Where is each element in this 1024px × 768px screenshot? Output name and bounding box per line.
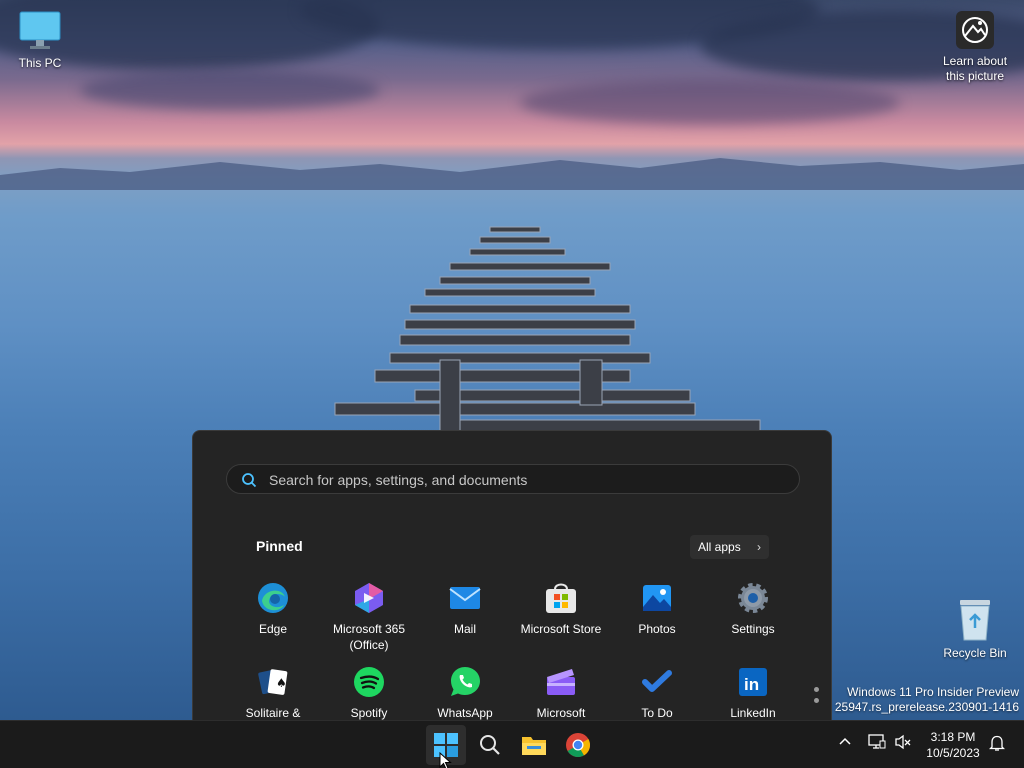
app-label: Mail xyxy=(453,622,476,636)
pinned-app-whatsapp[interactable]: WhatsApp xyxy=(417,665,513,720)
chevron-up-icon xyxy=(839,737,851,745)
app-label: Settings xyxy=(731,622,775,636)
linkedin-icon: in xyxy=(736,665,770,699)
pinned-app-microsoft-365[interactable]: Microsoft 365 (Office) xyxy=(321,581,417,653)
page-indicator-dots[interactable] xyxy=(814,687,819,709)
taskbar-clock[interactable]: 3:18 PM 10/5/2023 xyxy=(918,729,988,761)
chrome-icon xyxy=(566,733,591,758)
whatsapp-icon xyxy=(448,665,482,699)
this-pc-desktop-icon[interactable]: This PC xyxy=(0,10,80,70)
file-explorer-icon xyxy=(522,737,546,755)
search-icon xyxy=(242,473,257,488)
pinned-app-settings[interactable]: Settings xyxy=(705,581,801,637)
app-label: Photos xyxy=(638,622,676,636)
start-search-input[interactable] xyxy=(269,470,789,490)
start-menu: Pinned All apps › Edge Microsoft 365 (Of… xyxy=(192,430,832,720)
pinned-app-todo[interactable]: To Do xyxy=(609,665,705,720)
taskbar-file-explorer[interactable] xyxy=(514,725,554,765)
app-label: Edge xyxy=(258,622,288,636)
recycle-bin-label: Recycle Bin xyxy=(943,646,1007,660)
mouse-cursor-icon xyxy=(439,752,452,768)
pinned-heading: Pinned xyxy=(256,538,303,554)
pinned-app-microsoft-store[interactable]: Microsoft Store xyxy=(513,581,609,637)
pinned-app-solitaire[interactable]: ♠ Solitaire & xyxy=(225,665,321,720)
svg-text:in: in xyxy=(744,675,759,694)
app-label: Spotify xyxy=(350,706,388,720)
app-label: Microsoft xyxy=(536,706,586,720)
start-search-box[interactable] xyxy=(226,464,800,494)
app-label: Microsoft 365 (Office) xyxy=(332,622,406,652)
mountains-silhouette xyxy=(0,158,1024,190)
watermark-edition: Windows 11 Pro Insider Preview xyxy=(847,685,1019,699)
search-icon xyxy=(480,735,500,755)
pinned-app-linkedin[interactable]: in LinkedIn xyxy=(705,665,801,720)
app-label: WhatsApp xyxy=(437,706,493,720)
clock-date: 10/5/2023 xyxy=(926,746,980,760)
monitor-icon xyxy=(19,11,61,49)
taskbar-search-button[interactable] xyxy=(470,725,510,765)
network-tray-button[interactable] xyxy=(868,734,886,753)
pinned-app-photos[interactable]: Photos xyxy=(609,581,705,637)
learn-picture-label-1: Learn about xyxy=(942,54,1008,68)
taskbar: 3:18 PM 10/5/2023 xyxy=(0,720,1024,768)
microsoft365-icon xyxy=(352,581,386,615)
pinned-app-microsoft-clipchamp[interactable]: Microsoft xyxy=(513,665,609,720)
all-apps-button[interactable]: All apps › xyxy=(690,535,769,559)
spotify-icon xyxy=(352,665,386,699)
bell-icon xyxy=(988,735,1006,751)
app-label: Microsoft Store xyxy=(520,622,602,636)
photos-icon xyxy=(640,581,674,615)
app-label: Solitaire & xyxy=(245,706,301,720)
chevron-right-icon: › xyxy=(757,540,761,554)
learn-about-picture-desktop-icon[interactable]: Learn about this picture xyxy=(935,10,1015,84)
show-hidden-icons-chevron[interactable] xyxy=(838,735,852,749)
all-apps-label: All apps xyxy=(698,540,741,554)
watermark-build: Evaluation copy. Build 25947.rs_prerelea… xyxy=(819,700,1019,714)
svg-text:♠: ♠ xyxy=(276,676,287,690)
taskbar-chrome[interactable] xyxy=(558,725,598,765)
app-label: To Do xyxy=(641,706,673,720)
pier-image xyxy=(334,226,761,435)
pinned-app-mail[interactable]: Mail xyxy=(417,581,513,637)
notifications-button[interactable] xyxy=(988,734,1006,755)
mail-icon xyxy=(448,581,482,615)
volume-muted-icon xyxy=(895,734,911,750)
pinned-app-spotify[interactable]: Spotify xyxy=(321,665,417,720)
settings-gear-icon xyxy=(736,581,770,615)
app-label: LinkedIn xyxy=(730,706,776,720)
learn-picture-icon xyxy=(956,11,994,49)
edge-icon xyxy=(256,581,290,615)
network-icon xyxy=(868,734,886,749)
windows-watermark: Windows 11 Pro Insider Preview Evaluatio… xyxy=(819,685,1019,715)
volume-tray-button[interactable] xyxy=(894,734,912,753)
recycle-bin-icon xyxy=(960,600,990,641)
solitaire-icon: ♠ xyxy=(256,665,290,699)
learn-picture-label-2: this picture xyxy=(945,69,1005,83)
clock-time: 3:18 PM xyxy=(930,730,976,744)
todo-icon xyxy=(640,665,674,699)
this-pc-label: This PC xyxy=(18,56,62,70)
recycle-bin-desktop-icon[interactable]: Recycle Bin xyxy=(935,598,1015,660)
clipchamp-icon xyxy=(544,665,578,699)
pinned-app-edge[interactable]: Edge xyxy=(225,581,321,637)
store-icon xyxy=(544,581,578,615)
